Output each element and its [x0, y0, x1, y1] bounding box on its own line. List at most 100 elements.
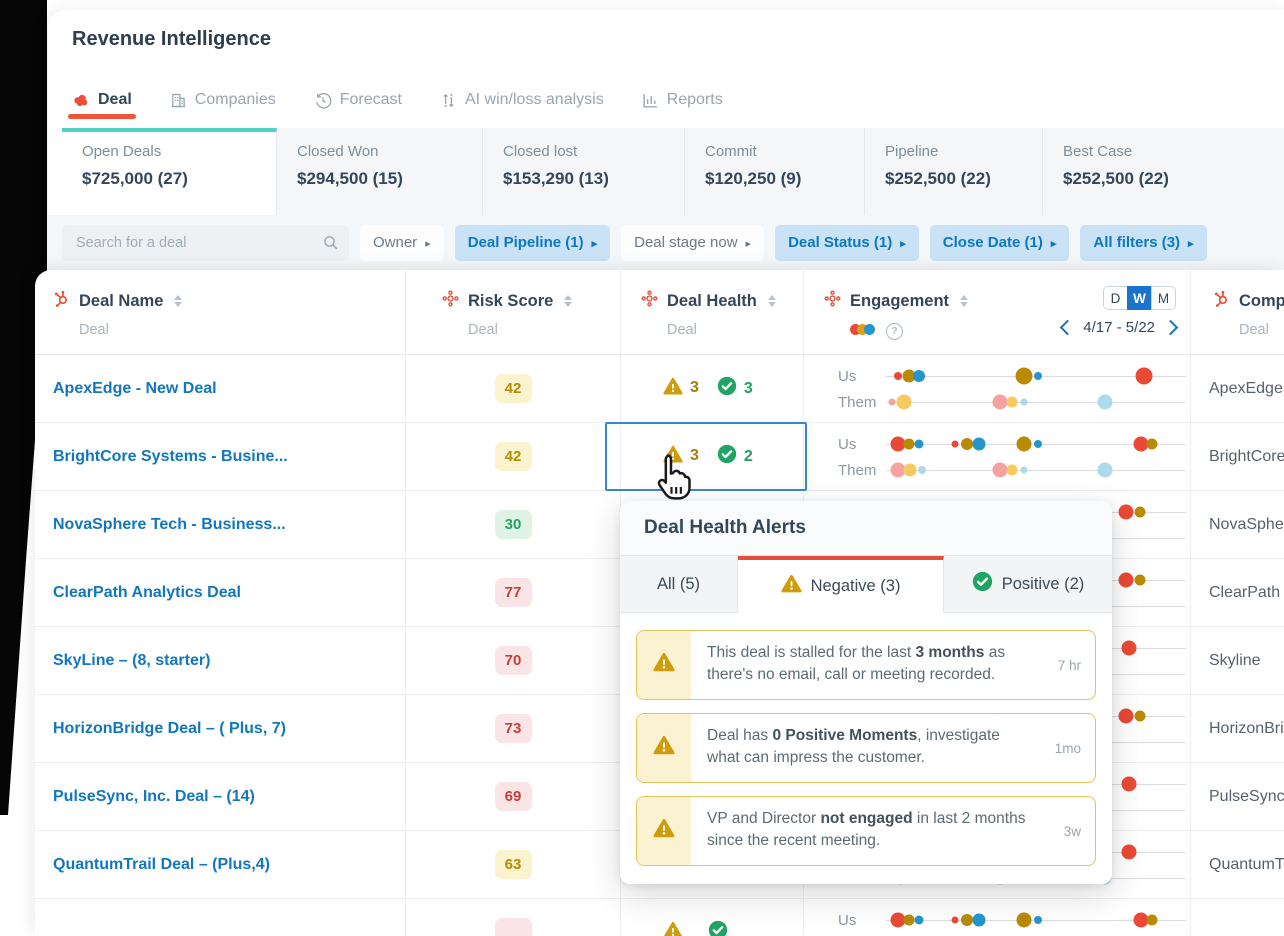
company-cell: ClearPath	[1190, 559, 1284, 626]
period-toggle: DWM	[1103, 286, 1176, 310]
deal-name-link[interactable]: QuantumTrail Deal – (Plus,4)	[35, 831, 405, 898]
sort-arrows[interactable]	[767, 295, 776, 307]
warning-icon	[781, 574, 802, 598]
engagement-dot	[951, 440, 959, 447]
deal-health-cell[interactable]: 32	[620, 423, 803, 490]
filter-pill-owner[interactable]: Owner ▸	[360, 224, 444, 261]
engagement-label: Us	[838, 911, 857, 929]
filter-pill-deal-stage-now[interactable]: Deal stage now ▸	[621, 224, 765, 261]
summary-card-commit[interactable]: Commit $120,250 (9)	[685, 128, 865, 215]
deal-name-link[interactable]: PulseSync, Inc. Deal – (14)	[35, 763, 405, 830]
period-option-w[interactable]: W	[1127, 286, 1152, 310]
filter-pill-deal-status-1-[interactable]: Deal Status (1) ▸	[775, 224, 919, 261]
engagement-line-us: Us	[804, 432, 1190, 456]
engagement-label: Them	[838, 393, 877, 411]
summary-card-pipeline[interactable]: Pipeline $252,500 (22)	[865, 128, 1043, 215]
nav-tab-reports[interactable]: Reports	[642, 91, 723, 109]
sort-arrows[interactable]	[960, 295, 969, 307]
negative-count: 3	[690, 379, 699, 397]
engagement-line-us: Us	[804, 908, 1190, 932]
column-header-risk-score[interactable]: Risk Score Deal	[405, 270, 620, 354]
deal-name-link[interactable]	[35, 899, 405, 936]
engagement-cell: UsThem	[803, 899, 1190, 936]
chevron-right-icon: ▸	[425, 237, 431, 250]
nav-tab-ai-win-loss-analysis[interactable]: AI win/loss analysis	[440, 91, 604, 109]
engagement-dot	[1118, 504, 1134, 519]
help-icon[interactable]: ?	[886, 322, 903, 340]
engagement-dot	[972, 913, 986, 926]
table-row: BrightCore Systems - Busine... 42 3 2 Us Them…	[35, 423, 1284, 491]
warning-icon	[653, 652, 675, 677]
engagement-label: Us	[838, 435, 857, 453]
deal-name-link[interactable]: HorizonBridge Deal – ( Plus, 7)	[35, 695, 405, 762]
period-option-m[interactable]: M	[1151, 286, 1176, 310]
risk-score-cell: 70	[405, 627, 620, 694]
check-icon	[972, 571, 993, 597]
summary-cards-row: Open Deals $725,000 (27) Closed Won $294,50…	[62, 128, 1284, 215]
sort-arrows[interactable]	[564, 295, 573, 307]
forecast-icon	[314, 92, 332, 109]
popover-alert-list: This deal is stalled for the last 3 mont…	[620, 613, 1112, 883]
summary-card-value: $120,250 (9)	[705, 169, 802, 188]
deal-name-link[interactable]: BrightCore Systems - Busine...	[35, 423, 405, 490]
risk-score-cell: 73	[405, 695, 620, 762]
deal-search-box[interactable]	[62, 224, 349, 261]
deal-name-link[interactable]: ApexEdge - New Deal	[35, 355, 405, 422]
popover-tab-positive-2-[interactable]: Positive (2)	[944, 556, 1112, 613]
company-cell: Skyline	[1190, 627, 1284, 694]
alert-card: VP and Director not engaged in last 2 mo…	[636, 796, 1096, 866]
risk-score-cell: 42	[405, 355, 620, 422]
engagement-dot	[951, 916, 959, 923]
engagement-controls: DWM 4/17 - 5/22	[1060, 286, 1179, 336]
popover-title: Deal Health Alerts	[620, 501, 1112, 556]
column-header-company[interactable]: Company Deal	[1190, 270, 1284, 354]
popover-tab-all-5-[interactable]: All (5)	[620, 556, 738, 613]
next-range-icon[interactable]	[1162, 319, 1179, 336]
risk-score-cell	[405, 899, 620, 936]
company-cell: BrightCore	[1190, 423, 1284, 490]
engagement-dot	[903, 914, 914, 925]
filter-pill-close-date-1-[interactable]: Close Date (1) ▸	[929, 224, 1070, 261]
column-header-deal-name[interactable]: Deal Name Deal	[35, 270, 405, 354]
sort-arrows[interactable]	[174, 295, 183, 307]
prev-range-icon[interactable]	[1060, 319, 1076, 336]
deal-name-link[interactable]: SkyLine – (8, starter)	[35, 627, 405, 694]
warning-icon	[653, 818, 675, 843]
date-range-nav: 4/17 - 5/22	[1060, 319, 1179, 336]
nav-tab-companies[interactable]: Companies	[170, 91, 276, 109]
engagement-cell: UsThem	[803, 423, 1190, 490]
column-header-engagement[interactable]: Engagement ? DWM 4/17 - 5/22	[803, 270, 1190, 354]
positive-alerts	[708, 920, 735, 936]
engagement-dot	[1006, 396, 1018, 407]
summary-card-closed-won[interactable]: Closed Won $294,500 (15)	[277, 128, 483, 215]
risk-score-cell: 63	[405, 831, 620, 898]
summary-card-best-case[interactable]: Best Case $252,500 (22)	[1043, 128, 1284, 215]
filter-pill-all-filters-3-[interactable]: All filters (3) ▸	[1080, 224, 1207, 261]
engagement-cell: UsThem	[803, 355, 1190, 422]
nav-tab-deal[interactable]: Deal	[68, 91, 136, 119]
company-cell: HorizonBridge	[1190, 695, 1284, 762]
column-header-deal-health[interactable]: Deal Health Deal	[620, 270, 803, 354]
risk-score-badge: 42	[494, 442, 532, 471]
deal-name-link[interactable]: NovaSphere Tech - Business...	[35, 491, 405, 558]
period-option-d[interactable]: D	[1103, 286, 1128, 310]
nav-tab-forecast[interactable]: Forecast	[314, 91, 402, 109]
alert-card: This deal is stalled for the last 3 mont…	[636, 630, 1096, 700]
search-input[interactable]	[62, 234, 349, 251]
engagement-track	[886, 436, 1186, 451]
summary-card-closed-lost[interactable]: Closed lost $153,290 (13)	[483, 128, 685, 215]
engagement-dot	[1121, 844, 1137, 859]
filter-bar: Owner▸ Deal Pipeline (1)▸ Deal stage now▸ D…	[48, 215, 1284, 270]
deal-health-cell[interactable]: 33	[620, 355, 803, 422]
popover-tab-negative-3-[interactable]: Negative (3)	[738, 556, 944, 613]
summary-card-label: Best Case	[1063, 143, 1133, 160]
alert-warning-strip	[637, 631, 691, 699]
summary-card-open-deals[interactable]: Open Deals $725,000 (27)	[62, 128, 277, 215]
deal-name-link[interactable]: ClearPath Analytics Deal	[35, 559, 405, 626]
filter-pill-deal-pipeline-1-[interactable]: Deal Pipeline (1) ▸	[454, 224, 611, 261]
negative-count: 3	[690, 447, 699, 465]
nav-tab-label: Companies	[194, 91, 276, 108]
deal-health-cell[interactable]	[620, 899, 803, 936]
check-icon	[708, 920, 728, 936]
table-row: ApexEdge - New Deal 42 3 3 Us Them ApexEdge	[35, 355, 1284, 423]
